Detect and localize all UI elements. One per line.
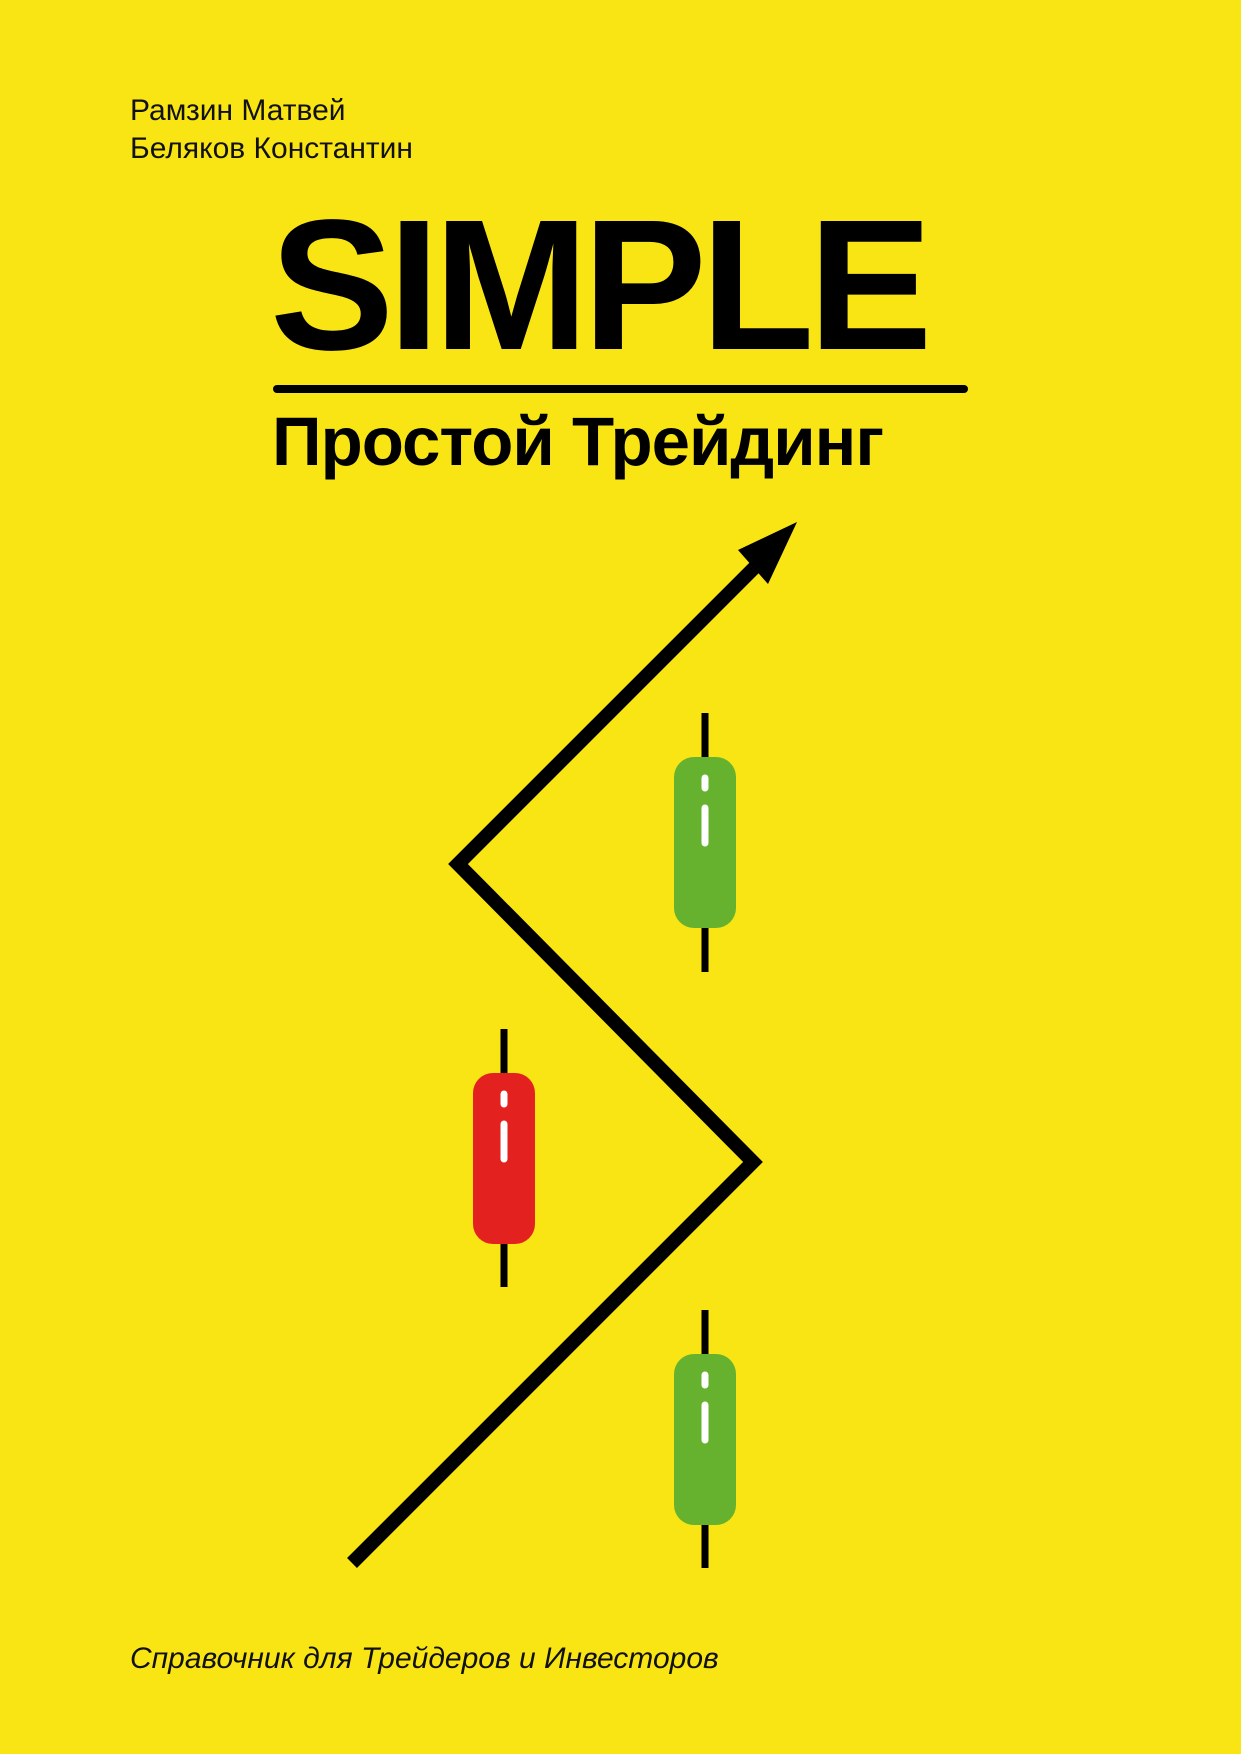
red-candle-middle	[473, 1029, 535, 1287]
green-candle-bottom	[674, 1310, 736, 1568]
green-candle-top	[674, 713, 736, 972]
book-tagline: Справочник для Трейдеров и Инвесторов	[130, 1642, 719, 1675]
book-cover: Рамзин Матвей Беляков Константин SIMPLE …	[0, 0, 1241, 1754]
trading-illustration	[347, 522, 797, 1568]
